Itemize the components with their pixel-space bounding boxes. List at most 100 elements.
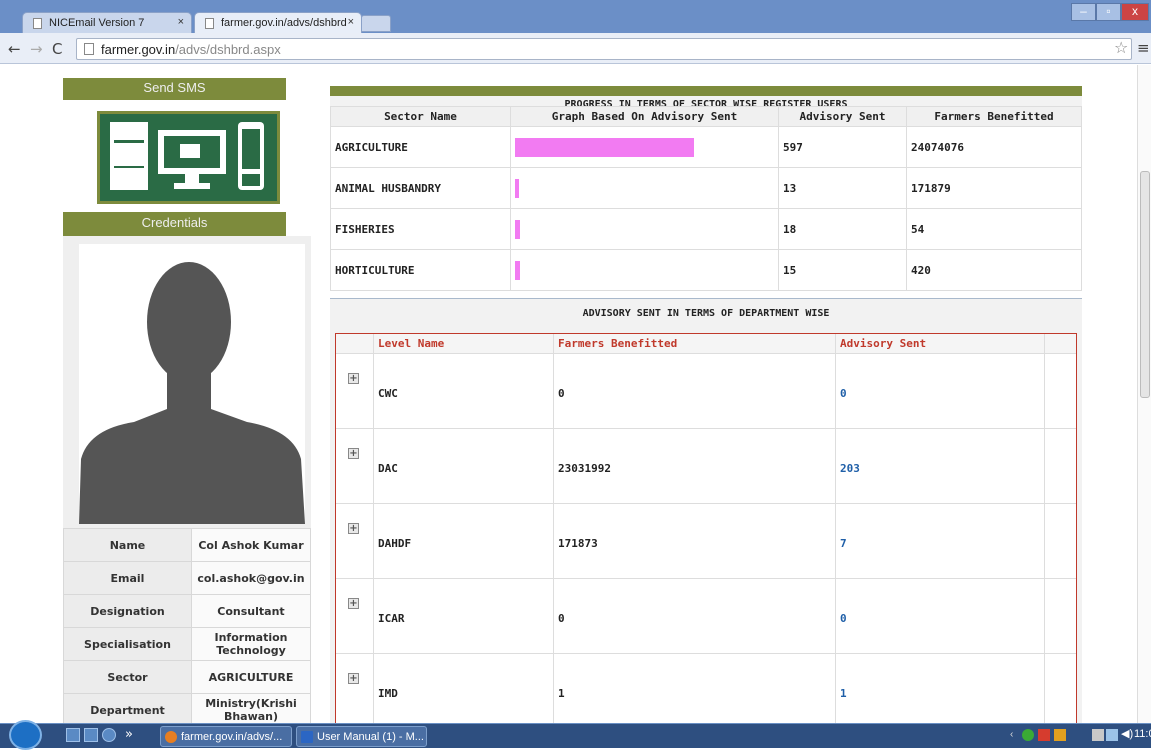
credential-value: Ministry(Krishi Bhawan) [191,693,311,723]
expand-cell: + [336,429,374,503]
expand-plus-icon[interactable]: + [348,673,359,684]
spacer-cell [1045,579,1076,653]
advisory-sent-link[interactable]: 0 [836,354,1045,428]
avatar [79,244,305,524]
table-row: + DAHDF 171873 7 [336,504,1076,579]
table-row: HORTICULTURE 15 420 [330,249,1082,291]
col-level-name: Level Name [374,334,554,353]
level-name: IMD [374,654,554,723]
reload-icon[interactable]: C [52,40,62,58]
tab-nicemail[interactable]: NICEmail Version 7 × [22,12,192,34]
department-section-title: ADVISORY SENT IN TERMS OF DEPARTMENT WIS… [582,308,830,319]
tray-app-icon[interactable] [1054,729,1066,741]
advisory-sent-link[interactable]: 203 [836,429,1045,503]
table-header-row: Sector Name Graph Based On Advisory Sent… [330,106,1082,127]
farmers-benefitted: 420 [906,249,1082,291]
taskbar-item-word[interactable]: User Manual (1) - M... [296,726,427,747]
advisory-sent-link[interactable]: 0 [836,579,1045,653]
chrome-icon [165,731,177,743]
tab-farmer[interactable]: farmer.gov.in/advs/dshbrd × [194,12,362,34]
advisory-bar [515,178,519,198]
display-icon[interactable] [1106,729,1118,741]
vertical-scrollbar[interactable] [1137,65,1151,723]
taskbar-item-chrome[interactable]: farmer.gov.in/advs/... [160,726,292,747]
new-tab-button[interactable] [361,15,391,32]
advisory-bar [515,219,520,239]
sector-name: HORTICULTURE [330,249,511,291]
quicklaunch-chevron[interactable]: » [125,727,133,742]
advisory-sent: 597 [778,126,907,168]
graph-cell [510,167,779,209]
spacer-cell [1045,354,1076,428]
page-icon [205,18,214,29]
start-button[interactable] [9,720,42,750]
advisory-sent-link[interactable]: 7 [836,504,1045,578]
credential-row: Designation Consultant [63,594,311,628]
advisory-bar [515,137,694,157]
credential-row: Email col.ashok@gov.in [63,561,311,595]
credential-row: Sector AGRICULTURE [63,660,311,694]
advisory-sent-link[interactable]: 1 [836,654,1045,723]
clock[interactable]: 11:03 [1134,728,1151,740]
show-desktop-icon[interactable] [66,728,80,742]
back-arrow-icon[interactable]: ← [8,40,21,58]
farmers-benefitted: 1 [554,654,836,723]
forward-arrow-icon[interactable]: → [30,40,43,58]
expand-cell: + [336,354,374,428]
tab-close-icon[interactable]: × [178,16,184,28]
graph-cell [510,249,779,291]
credentials-panel: Name Col Ashok Kumar Email col.ashok@gov.in… [63,236,311,723]
close-window-button[interactable]: x [1121,3,1149,21]
browser-menu-icon[interactable]: ≡ [1137,39,1150,57]
advisory-sent: 13 [778,167,907,209]
page-content: Send SMS Credentials Name Col Ashok Kumar [0,65,1151,723]
credential-row: Name Col Ashok Kumar [63,528,311,562]
expand-cell: + [336,579,374,653]
table-row: + ICAR 0 0 [336,579,1076,654]
scrollbar-thumb[interactable] [1140,171,1150,398]
credential-key: Name [63,528,192,562]
farmers-benefitted: 171879 [906,167,1082,209]
page-icon [84,43,94,55]
network-icon[interactable] [1092,729,1104,741]
table-header-row: Level Name Farmers Benefitted Advisory S… [336,334,1076,354]
explorer-icon[interactable] [84,728,98,742]
table-row: AGRICULTURE 597 24074076 [330,126,1082,168]
sector-name: AGRICULTURE [330,126,511,168]
credential-key: Department [63,693,192,723]
address-bar[interactable]: farmer.gov.in/advs/dshbrd.aspx [76,38,1132,60]
farmers-benefitted: 0 [554,579,836,653]
spacer-cell [1045,654,1076,723]
maximize-button[interactable]: ▫ [1096,3,1121,21]
credential-value: AGRICULTURE [191,660,311,694]
expand-plus-icon[interactable]: + [348,523,359,534]
bookmark-star-icon[interactable]: ☆ [1114,38,1128,57]
credential-row: Department Ministry(Krishi Bhawan) [63,693,311,723]
table-row: + CWC 0 0 [336,354,1076,429]
farmers-benefitted: 23031992 [554,429,836,503]
graph-cell [510,208,779,250]
table-row: + DAC 23031992 203 [336,429,1076,504]
tray-app-icon[interactable] [1038,729,1050,741]
advisory-sent: 15 [778,249,907,291]
minimize-button[interactable]: – [1071,3,1096,21]
expand-plus-icon[interactable]: + [348,448,359,459]
user-silhouette-icon [79,262,305,524]
credential-value: Col Ashok Kumar [191,528,311,562]
tray-expand-icon[interactable]: ‹ [1010,729,1013,740]
expand-plus-icon[interactable]: + [348,373,359,384]
tray-app-icon[interactable] [1022,729,1034,741]
expand-cell: + [336,654,374,723]
level-name: DAHDF [374,504,554,578]
send-sms-devices-icon[interactable] [97,111,280,204]
col-advisory-sent: Advisory Sent [836,334,1045,353]
tab-close-icon[interactable]: × [348,16,354,28]
volume-icon[interactable]: ◀) [1121,727,1133,740]
windows-taskbar: » farmer.gov.in/advs/... User Manual (1)… [0,720,1151,750]
department-table: Level Name Farmers Benefitted Advisory S… [335,333,1077,723]
ie-icon[interactable] [102,728,116,742]
browser-toolbar: ← → C farmer.gov.in/advs/dshbrd.aspx ☆ ≡ [0,33,1151,64]
farmers-benefitted: 24074076 [906,126,1082,168]
credential-value: col.ashok@gov.in [191,561,311,595]
expand-plus-icon[interactable]: + [348,598,359,609]
